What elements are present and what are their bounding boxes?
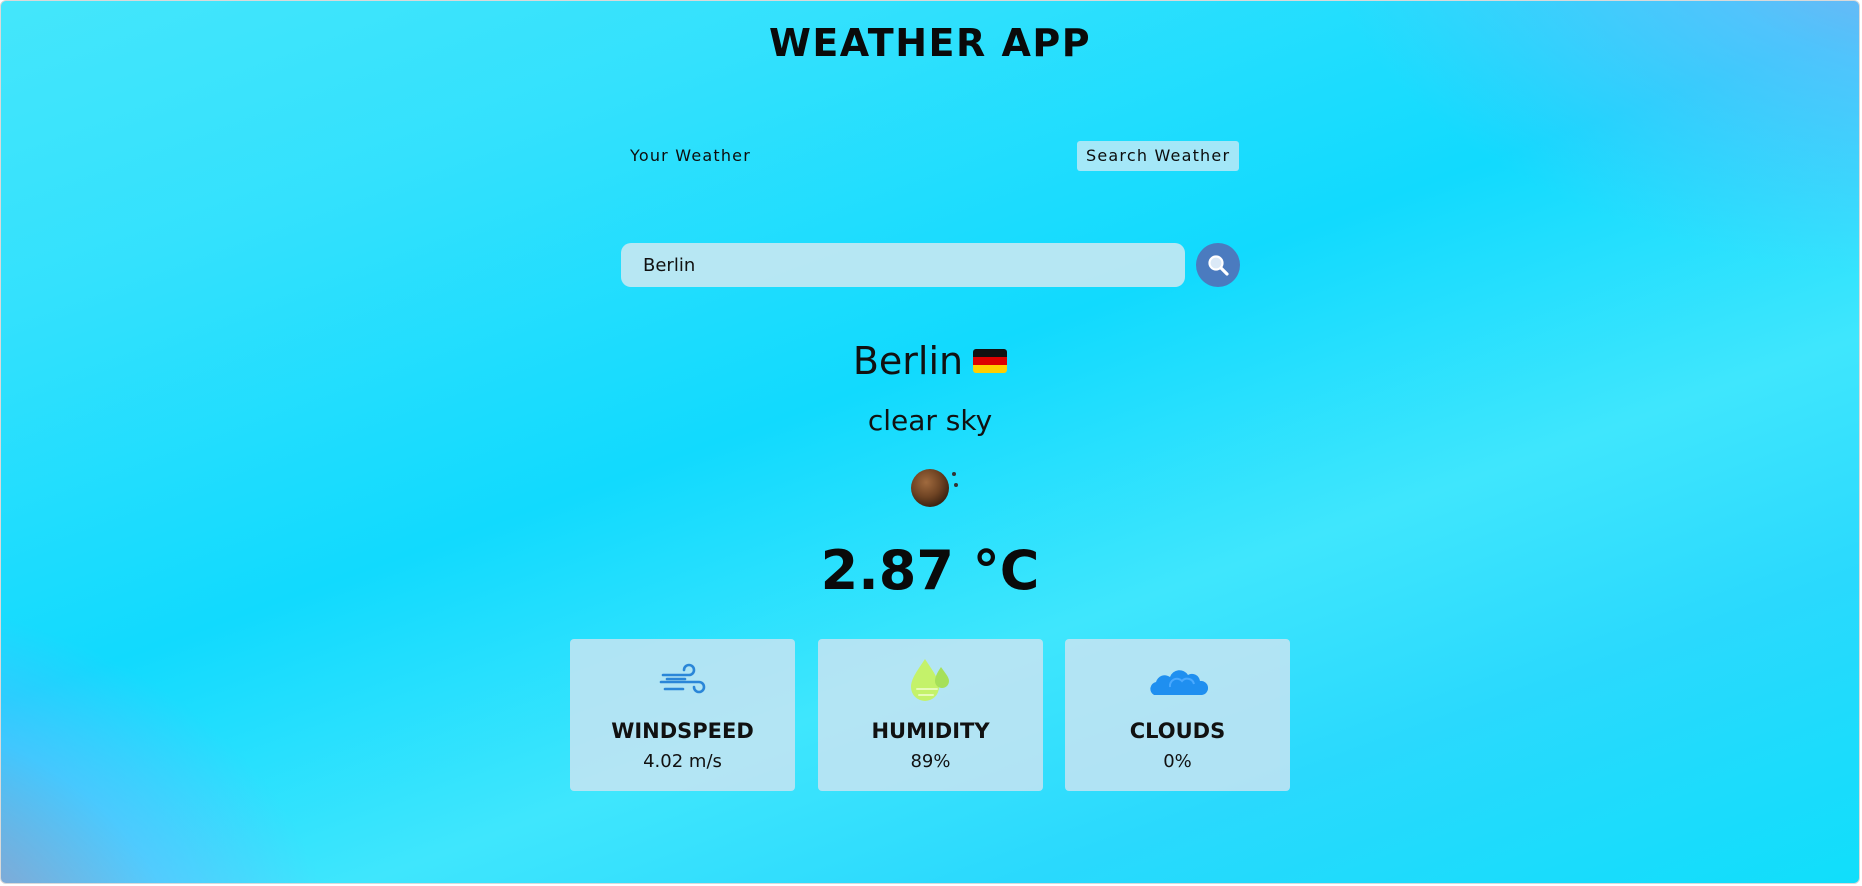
clouds-label: CLOUDS <box>1129 719 1226 743</box>
clouds-icon <box>1149 670 1208 695</box>
search-icon <box>1208 255 1229 276</box>
wind-icon <box>659 663 705 694</box>
city-name: Berlin <box>852 339 964 383</box>
clear-night-icon <box>911 469 958 507</box>
germany-flag-icon <box>973 348 1008 373</box>
tab-search-weather[interactable]: Search Weather <box>1077 141 1240 171</box>
city-heading: Berlin <box>1 339 1859 383</box>
search-button[interactable] <box>1196 243 1240 287</box>
humidity-value: 89% <box>910 751 951 772</box>
weather-app-window: WEATHER APP Your Weather Search Weather … <box>0 0 1860 884</box>
clouds-value: 0% <box>1163 751 1192 772</box>
humidity-label: HUMIDITY <box>871 719 990 743</box>
humidity-icon <box>910 659 949 701</box>
humidity-card: HUMIDITY 89% <box>818 639 1043 791</box>
tab-your-weather[interactable]: Your Weather <box>621 141 760 171</box>
windspeed-card: WINDSPEED 4.02 m/s <box>570 639 795 791</box>
temperature: 2.87 °C <box>820 539 1040 602</box>
windspeed-value: 4.02 m/s <box>643 751 722 772</box>
app-title: WEATHER APP <box>768 21 1092 65</box>
windspeed-label: WINDSPEED <box>611 719 754 743</box>
weather-description: clear sky <box>867 404 993 437</box>
city-search-input[interactable] <box>621 243 1185 287</box>
clouds-card: CLOUDS 0% <box>1065 639 1290 791</box>
